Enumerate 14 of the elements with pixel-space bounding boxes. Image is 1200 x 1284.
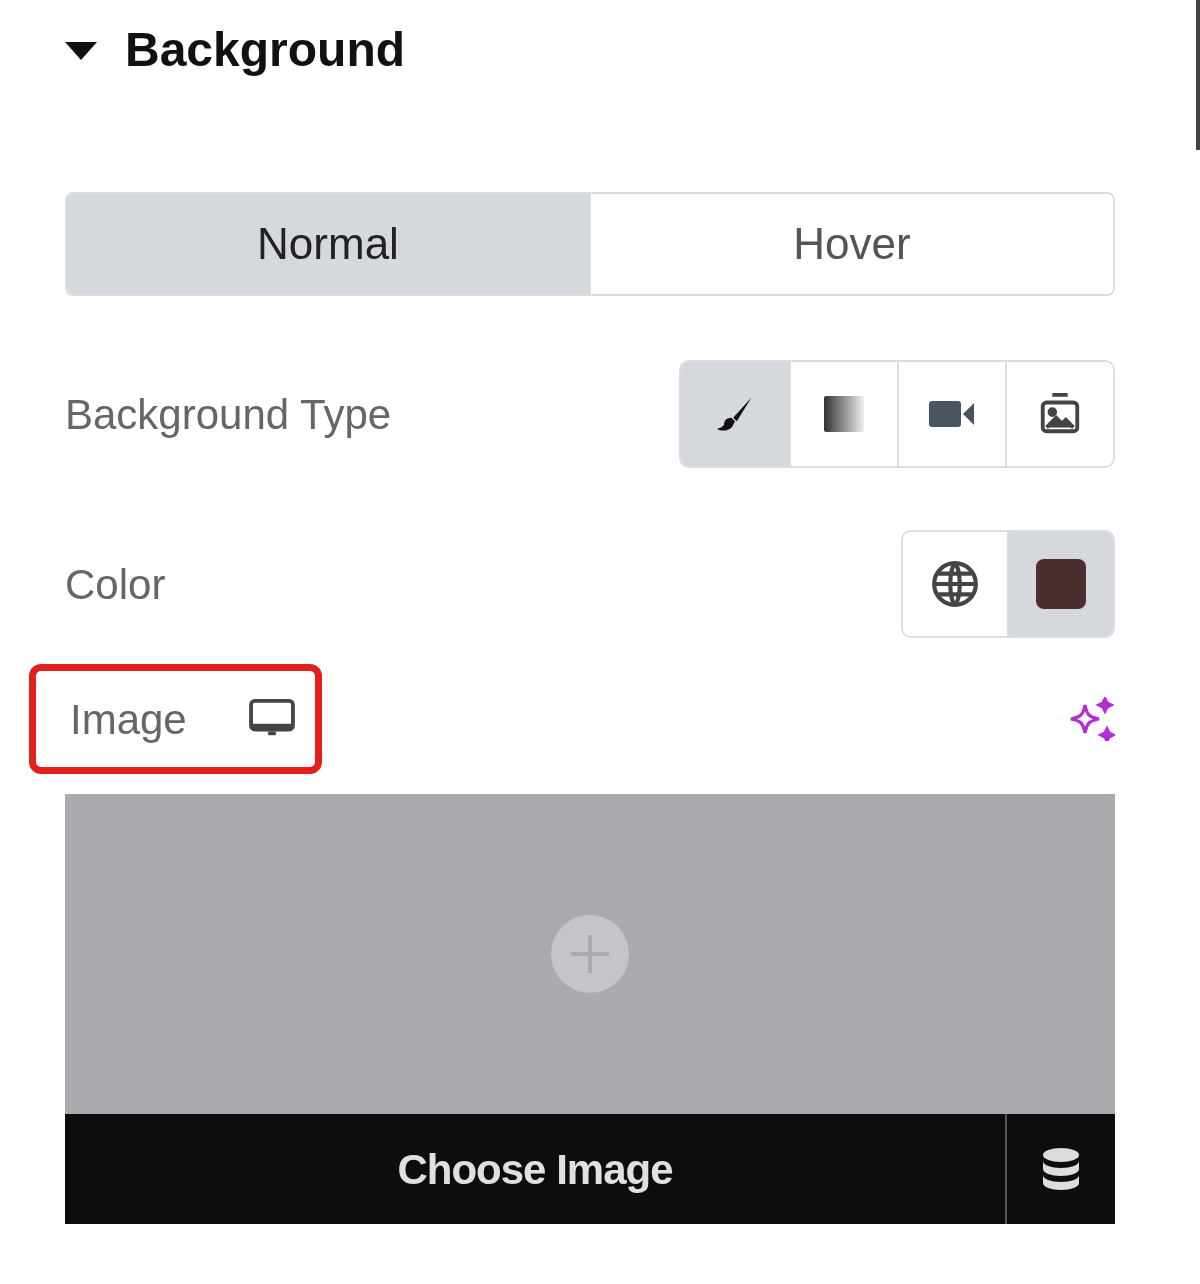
field-label: Color — [65, 559, 166, 610]
color-picker-button[interactable] — [1007, 532, 1113, 636]
section-title[interactable]: Background — [125, 14, 406, 86]
field-label: Background Type — [65, 389, 392, 440]
video-camera-icon — [928, 398, 976, 430]
field-label: Image — [70, 694, 187, 745]
tab[interactable]: Hover — [589, 194, 1113, 294]
tab[interactable]: Normal — [67, 194, 589, 294]
gradient-icon — [822, 394, 866, 434]
globe-icon — [930, 559, 980, 609]
database-icon — [1042, 1147, 1080, 1191]
type-option-button[interactable] — [1005, 362, 1113, 466]
scrollbar-thumb[interactable] — [1196, 0, 1200, 150]
caret-icon[interactable] — [65, 40, 97, 60]
